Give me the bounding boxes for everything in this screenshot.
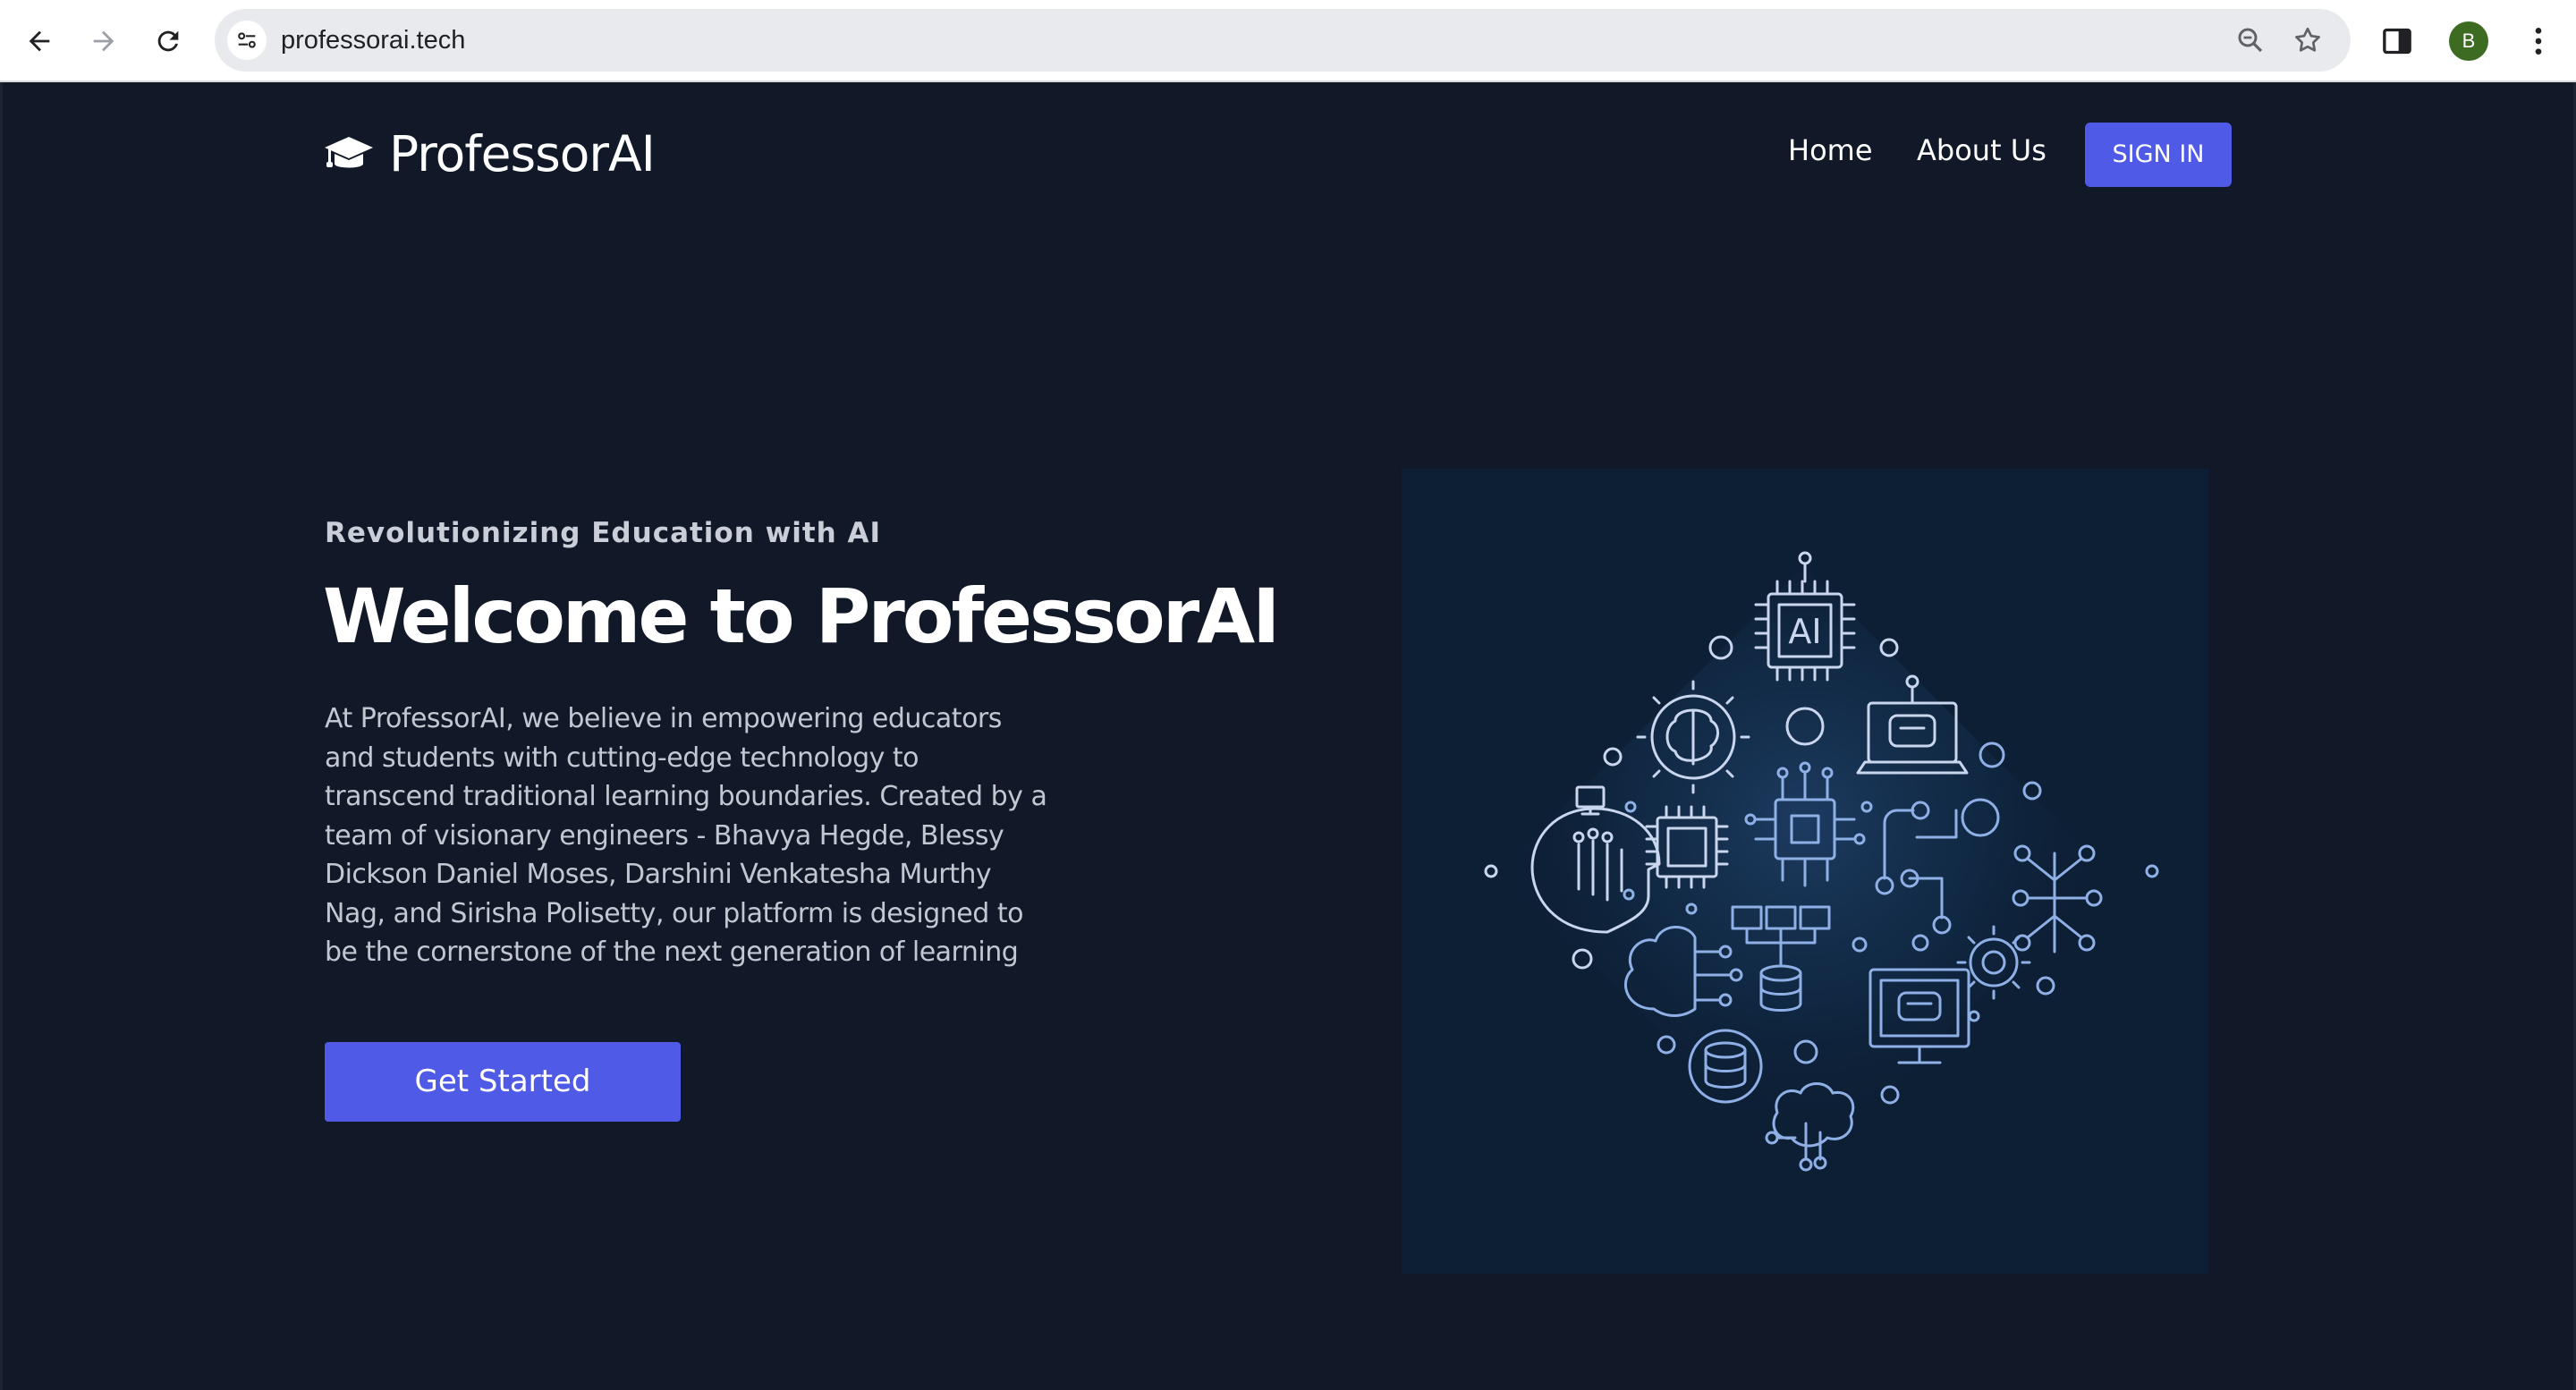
- hero-tagline: Revolutionizing Education with AI: [325, 517, 882, 549]
- brand-name: ProfessorAI: [389, 125, 656, 182]
- forward-button[interactable]: [82, 20, 125, 63]
- sign-in-button[interactable]: SIGN IN: [2085, 123, 2232, 187]
- back-arrow-icon: [29, 30, 50, 52]
- bookmark-star-icon[interactable]: [2292, 24, 2324, 56]
- nav-link-about-us[interactable]: About Us: [1917, 123, 2046, 177]
- back-button[interactable]: [18, 20, 61, 63]
- reload-icon: [157, 30, 179, 52]
- zoom-icon[interactable]: [2234, 24, 2267, 56]
- get-started-button[interactable]: Get Started: [325, 1042, 681, 1122]
- ai-technology-illustration: AI: [1402, 469, 2208, 1274]
- kebab-menu-icon[interactable]: [2521, 23, 2556, 59]
- site-info-icon: [238, 32, 256, 48]
- brand-logo[interactable]: ProfessorAI: [323, 118, 656, 190]
- graduation-cap-icon: [325, 137, 373, 168]
- hero-title: Welcome to ProfessorAI: [323, 572, 1280, 660]
- side-panel-icon[interactable]: [2379, 23, 2415, 59]
- illustration-ai-label: AI: [1788, 612, 1821, 651]
- page-content: ProfessorAI Home About Us SIGN IN Revolu…: [0, 82, 2576, 1390]
- url-text[interactable]: professorai.tech: [281, 9, 465, 72]
- address-bar[interactable]: professorai.tech: [215, 9, 2351, 72]
- hero-description: At ProfessorAI, we believe in empowering…: [325, 703, 1047, 968]
- hero-illustration: AI: [1402, 469, 2208, 1274]
- browser-toolbar: professorai.tech B: [0, 0, 2576, 82]
- reload-button[interactable]: [147, 20, 190, 63]
- nav-link-home[interactable]: Home: [1788, 123, 1873, 177]
- profile-avatar[interactable]: B: [2449, 21, 2488, 61]
- site-info-button[interactable]: [227, 21, 267, 60]
- forward-arrow-icon: [93, 30, 114, 52]
